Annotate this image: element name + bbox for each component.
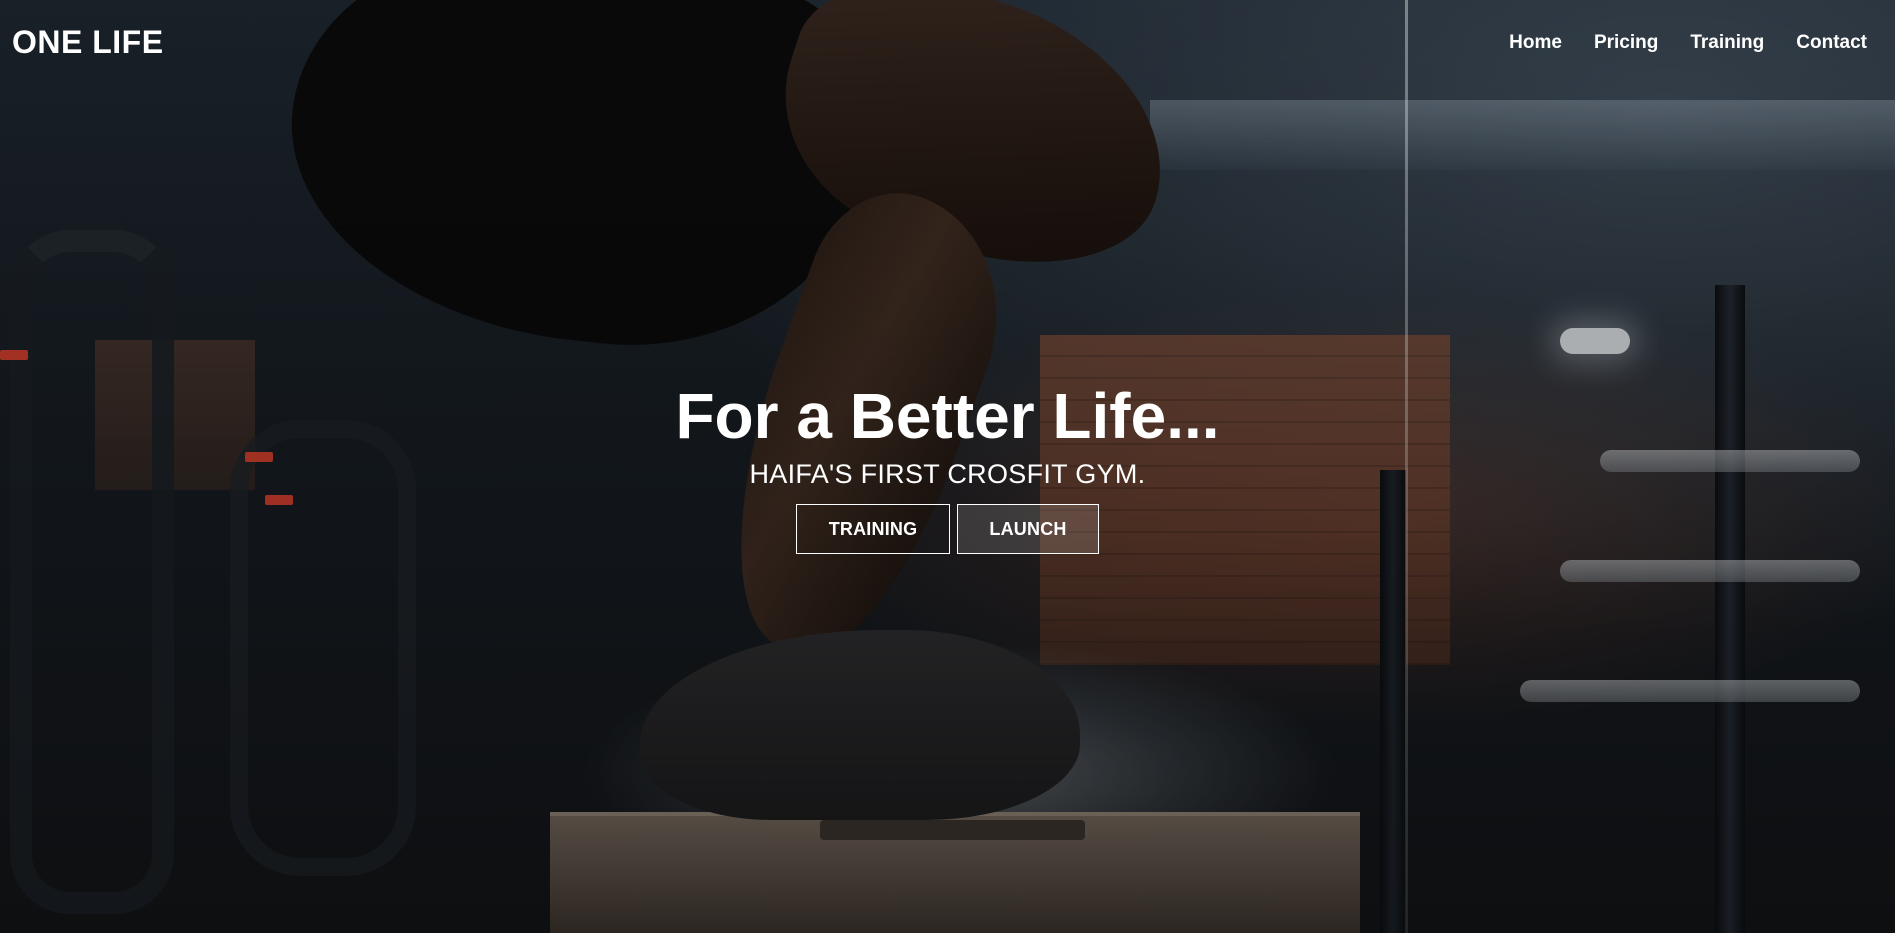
nav-home[interactable]: Home xyxy=(1509,32,1562,54)
main-nav: Home Pricing Training Contact xyxy=(1509,32,1867,54)
hero-buttons: TRAINING LAUNCH xyxy=(796,504,1099,554)
launch-button[interactable]: LAUNCH xyxy=(957,504,1099,554)
hero-section: ONE LIFE Home Pricing Training Contact F… xyxy=(0,0,1895,933)
nav-pricing[interactable]: Pricing xyxy=(1594,32,1658,54)
hero-subtitle: HAIFA'S FIRST CROSFIT GYM. xyxy=(749,459,1146,489)
hero-title: For a Better Life... xyxy=(675,380,1220,452)
site-logo[interactable]: ONE LIFE xyxy=(12,24,164,61)
nav-contact[interactable]: Contact xyxy=(1796,32,1867,54)
hero-content: For a Better Life... HAIFA'S FIRST CROSF… xyxy=(0,378,1895,554)
nav-training[interactable]: Training xyxy=(1690,32,1764,54)
training-button[interactable]: TRAINING xyxy=(796,504,950,554)
